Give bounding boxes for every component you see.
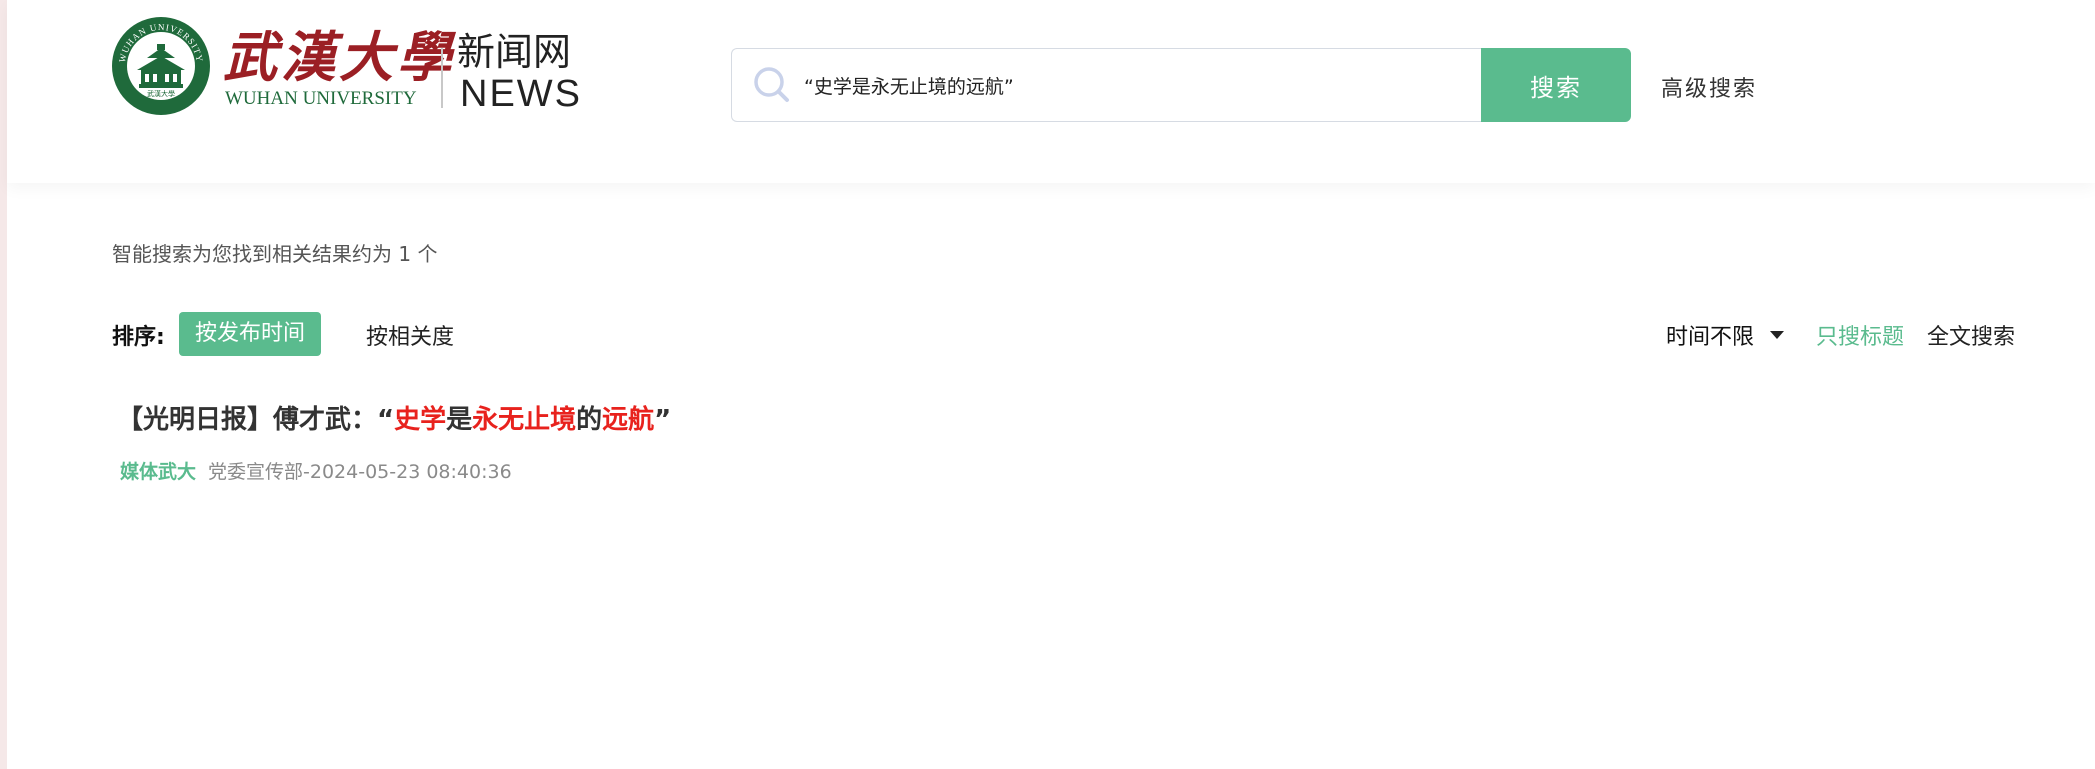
result-title-highlight: 远航 [602, 405, 655, 435]
result-title-part: ” [654, 405, 672, 435]
university-seal-logo: WUHAN UNIVERSITY 武漢大學 [112, 17, 210, 115]
result-title-highlight: 永无止境 [472, 405, 577, 435]
time-range-dropdown[interactable]: 时间不限 [1666, 319, 1754, 351]
result-title-link[interactable]: 【光明日报】傅才武：“史学是永无止境的远航” [117, 399, 671, 436]
logo-divider [441, 48, 443, 108]
sort-by-time-button[interactable]: 按发布时间 [179, 312, 321, 356]
advanced-search-link[interactable]: 高级搜索 [1661, 71, 1757, 103]
news-site-name-cn: 新闻网 [457, 30, 572, 74]
result-title-part: 是 [446, 405, 473, 435]
result-source-date: 党委宣传部-2024-05-23 08:40:36 [208, 461, 512, 483]
news-site-name-en: NEWS [460, 73, 582, 115]
sort-label: 排序: [112, 325, 165, 350]
search-box [731, 48, 1481, 122]
result-count-summary: 智能搜索为您找到相关结果约为 1 个 [112, 242, 438, 266]
result-meta: 媒体武大 党委宣传部-2024-05-23 08:40:36 [120, 457, 512, 484]
site-logo[interactable]: WUHAN UNIVERSITY 武漢大學 武漢大學 WUHAN UNIVERS… [111, 16, 581, 116]
site-header: WUHAN UNIVERSITY 武漢大學 武漢大學 WUHAN UNIVERS… [7, 0, 2095, 183]
sort-by-relevance-button[interactable]: 按相关度 [366, 319, 454, 351]
search-button[interactable]: 搜索 [1481, 48, 1631, 122]
result-title-highlight: 史学 [394, 405, 447, 435]
search-input[interactable] [804, 67, 1464, 103]
page-left-edge [0, 0, 7, 769]
result-category-tag[interactable]: 媒体武大 [120, 461, 196, 483]
search-icon [754, 67, 789, 102]
chevron-down-icon[interactable] [1770, 331, 1784, 339]
result-title-part: 【光明日报】傅才武：“ [117, 405, 395, 435]
title-only-search-option[interactable]: 只搜标题 [1816, 319, 1904, 351]
full-text-search-option[interactable]: 全文搜索 [1927, 319, 2015, 351]
seal-text-bottom: 武漢大學 [147, 89, 175, 98]
university-name-en: WUHAN UNIVERSITY [225, 88, 417, 109]
result-title-part: 的 [576, 405, 603, 435]
university-name-cn: 武漢大學 [223, 25, 455, 89]
